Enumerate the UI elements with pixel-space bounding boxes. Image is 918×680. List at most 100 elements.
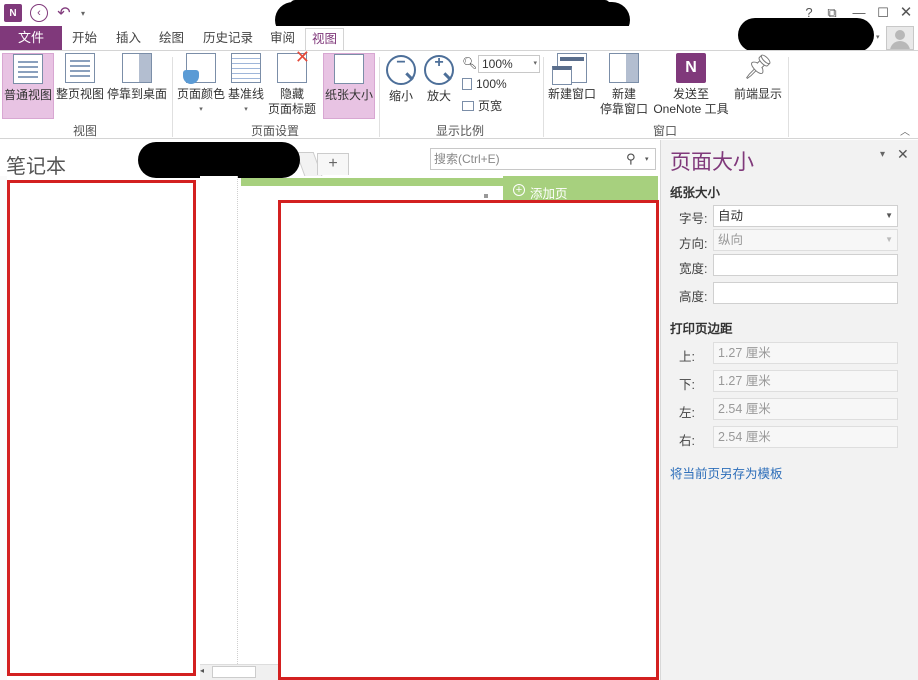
full-page-view-button[interactable]: 整页视图 — [55, 53, 105, 119]
scroll-left-icon[interactable]: ◂ — [200, 666, 204, 675]
close-button[interactable]: ✕ — [895, 4, 917, 22]
tab-history[interactable]: 历史记录 — [201, 26, 255, 50]
orientation-label: 方向: — [679, 237, 708, 251]
size-select[interactable]: 自动 ▼ — [713, 205, 898, 227]
paper-size-button[interactable]: 纸张大小 — [323, 53, 375, 119]
group-separator — [543, 57, 544, 137]
zoom-level-dropdown-icon[interactable]: ▾ — [533, 56, 537, 72]
zoom-out-icon: − — [386, 55, 416, 85]
left-margin-label: 左: — [679, 406, 695, 420]
zoom-100-button[interactable]: 100% — [462, 77, 507, 91]
page-list-header — [503, 176, 658, 200]
search-scope-dropdown-icon[interactable]: ▾ — [645, 155, 649, 163]
zoom-magnifier-icon: 🔍︎ — [462, 56, 478, 70]
height-label: 高度: — [679, 290, 708, 304]
bottom-margin-field[interactable]: 1.27 厘米 — [713, 370, 898, 392]
page-color-button[interactable]: 页面颜色 ▾ — [176, 53, 226, 119]
tab-home[interactable]: 开始 — [70, 26, 99, 50]
collapse-ribbon-icon[interactable]: ︿ — [900, 123, 910, 138]
page-marker — [484, 194, 488, 198]
undo-icon[interactable]: ↶ — [55, 4, 73, 22]
tab-view[interactable]: 视图 — [305, 28, 345, 50]
size-dropdown-icon[interactable]: ▼ — [885, 206, 893, 226]
group-label-view: 视图 — [72, 124, 97, 138]
onenote-icon: N — [676, 53, 706, 83]
notebook-pane-title: 笔记本 — [6, 156, 66, 178]
zoom-100-icon — [462, 78, 472, 90]
back-icon[interactable]: ‹ — [30, 4, 48, 22]
account-dropdown-icon[interactable]: ▾ — [876, 33, 880, 41]
quick-access-more-icon[interactable]: ▾ — [78, 4, 88, 22]
horizontal-scroll-thumb[interactable] — [212, 666, 256, 678]
paper-size-section-heading: 纸张大小 — [670, 186, 721, 200]
bottom-margin-label: 下: — [679, 378, 695, 392]
page-color-dropdown-icon: ▾ — [199, 106, 203, 113]
page-width-icon — [462, 100, 474, 111]
rule-lines-dropdown-icon: ▾ — [244, 106, 248, 113]
print-margins-section-heading: 打印页边距 — [670, 322, 733, 336]
new-docked-window-icon — [609, 53, 639, 83]
dock-to-desktop-icon — [122, 53, 152, 83]
new-window-icon — [552, 53, 587, 85]
group-label-zoom: 显示比例 — [435, 124, 484, 138]
width-label: 宽度: — [679, 262, 708, 276]
top-margin-field[interactable]: 1.27 厘米 — [713, 342, 898, 364]
section-color-band — [241, 178, 503, 186]
normal-view-button[interactable]: 普通视图 — [2, 53, 54, 119]
onenote-logo-icon: N — [4, 4, 22, 22]
add-page-icon[interactable]: + — [513, 184, 525, 196]
zoom-out-button[interactable]: − 缩小 — [384, 53, 418, 119]
tab-file[interactable]: 文件 — [0, 26, 62, 50]
page-canvas[interactable] — [278, 200, 659, 680]
group-label-page-setup: 页面设置 — [250, 124, 299, 138]
new-window-button[interactable]: 新建窗口 — [546, 53, 598, 119]
send-to-onenote-button[interactable]: N 发送至 OneNote 工具 — [650, 53, 732, 119]
left-margin-field[interactable]: 2.54 厘米 — [713, 398, 898, 420]
orientation-dropdown-icon: ▼ — [885, 235, 893, 244]
hide-page-title-button[interactable]: 隐藏 页面标题 — [266, 50, 318, 119]
group-separator — [379, 57, 380, 137]
rule-lines-icon — [231, 53, 261, 83]
page-margin-strip — [200, 176, 238, 666]
add-section-button[interactable]: + — [317, 153, 349, 175]
page-width-button[interactable]: 页宽 — [462, 97, 502, 114]
rule-lines-button[interactable]: 基准线 ▾ — [227, 53, 265, 119]
task-pane-title: 页面大小 — [670, 151, 754, 174]
group-separator — [172, 57, 173, 137]
zoom-in-icon: + — [424, 55, 454, 85]
tab-insert[interactable]: 插入 — [114, 26, 143, 50]
height-field[interactable] — [713, 282, 898, 304]
zoom-in-button[interactable]: + 放大 — [422, 53, 456, 119]
group-separator — [788, 57, 789, 137]
pin-icon: 📌︎ — [743, 54, 774, 81]
top-margin-label: 上: — [679, 350, 695, 364]
notebook-list-panel[interactable] — [7, 180, 196, 676]
right-margin-field[interactable]: 2.54 厘米 — [713, 426, 898, 448]
dock-to-desktop-button[interactable]: 停靠到桌面 — [106, 53, 168, 119]
avatar[interactable] — [886, 26, 914, 50]
always-on-top-button[interactable]: 📌︎ 前端显示 — [732, 53, 784, 119]
orientation-select: 纵向 ▼ — [713, 229, 898, 251]
zoom-level-combo[interactable]: 100% ▾ — [478, 55, 540, 73]
page-color-icon — [183, 53, 216, 84]
tab-draw[interactable]: 绘图 — [157, 26, 186, 50]
save-as-template-link[interactable]: 将当前页另存为模板 — [670, 463, 783, 482]
size-label: 字号: — [679, 212, 708, 226]
group-label-window: 窗口 — [652, 124, 677, 138]
ribbon: 普通视图 整页视图 停靠到桌面 视图 页面颜色 ▾ 基准线 ▾ 隐藏 页面标题 … — [0, 50, 918, 139]
left-pane-edge — [0, 176, 7, 680]
paper-size-icon — [334, 54, 364, 84]
search-icon[interactable]: ⚲ — [626, 151, 636, 167]
task-pane-options-icon[interactable]: ▾ — [880, 149, 885, 160]
new-docked-window-button[interactable]: 新建 停靠窗口 — [598, 53, 650, 119]
hide-page-title-icon — [277, 50, 310, 83]
width-field[interactable] — [713, 254, 898, 276]
task-pane-close-icon[interactable]: ✕ — [897, 146, 909, 163]
redacted-section-name — [138, 142, 300, 178]
search-input[interactable]: 搜索(Ctrl+E) — [430, 148, 656, 170]
normal-view-icon — [13, 54, 43, 84]
tab-review[interactable]: 审阅 — [268, 26, 297, 50]
right-margin-label: 右: — [679, 434, 695, 448]
full-page-view-icon — [65, 53, 95, 83]
maximize-button[interactable]: ☐ — [872, 4, 894, 22]
